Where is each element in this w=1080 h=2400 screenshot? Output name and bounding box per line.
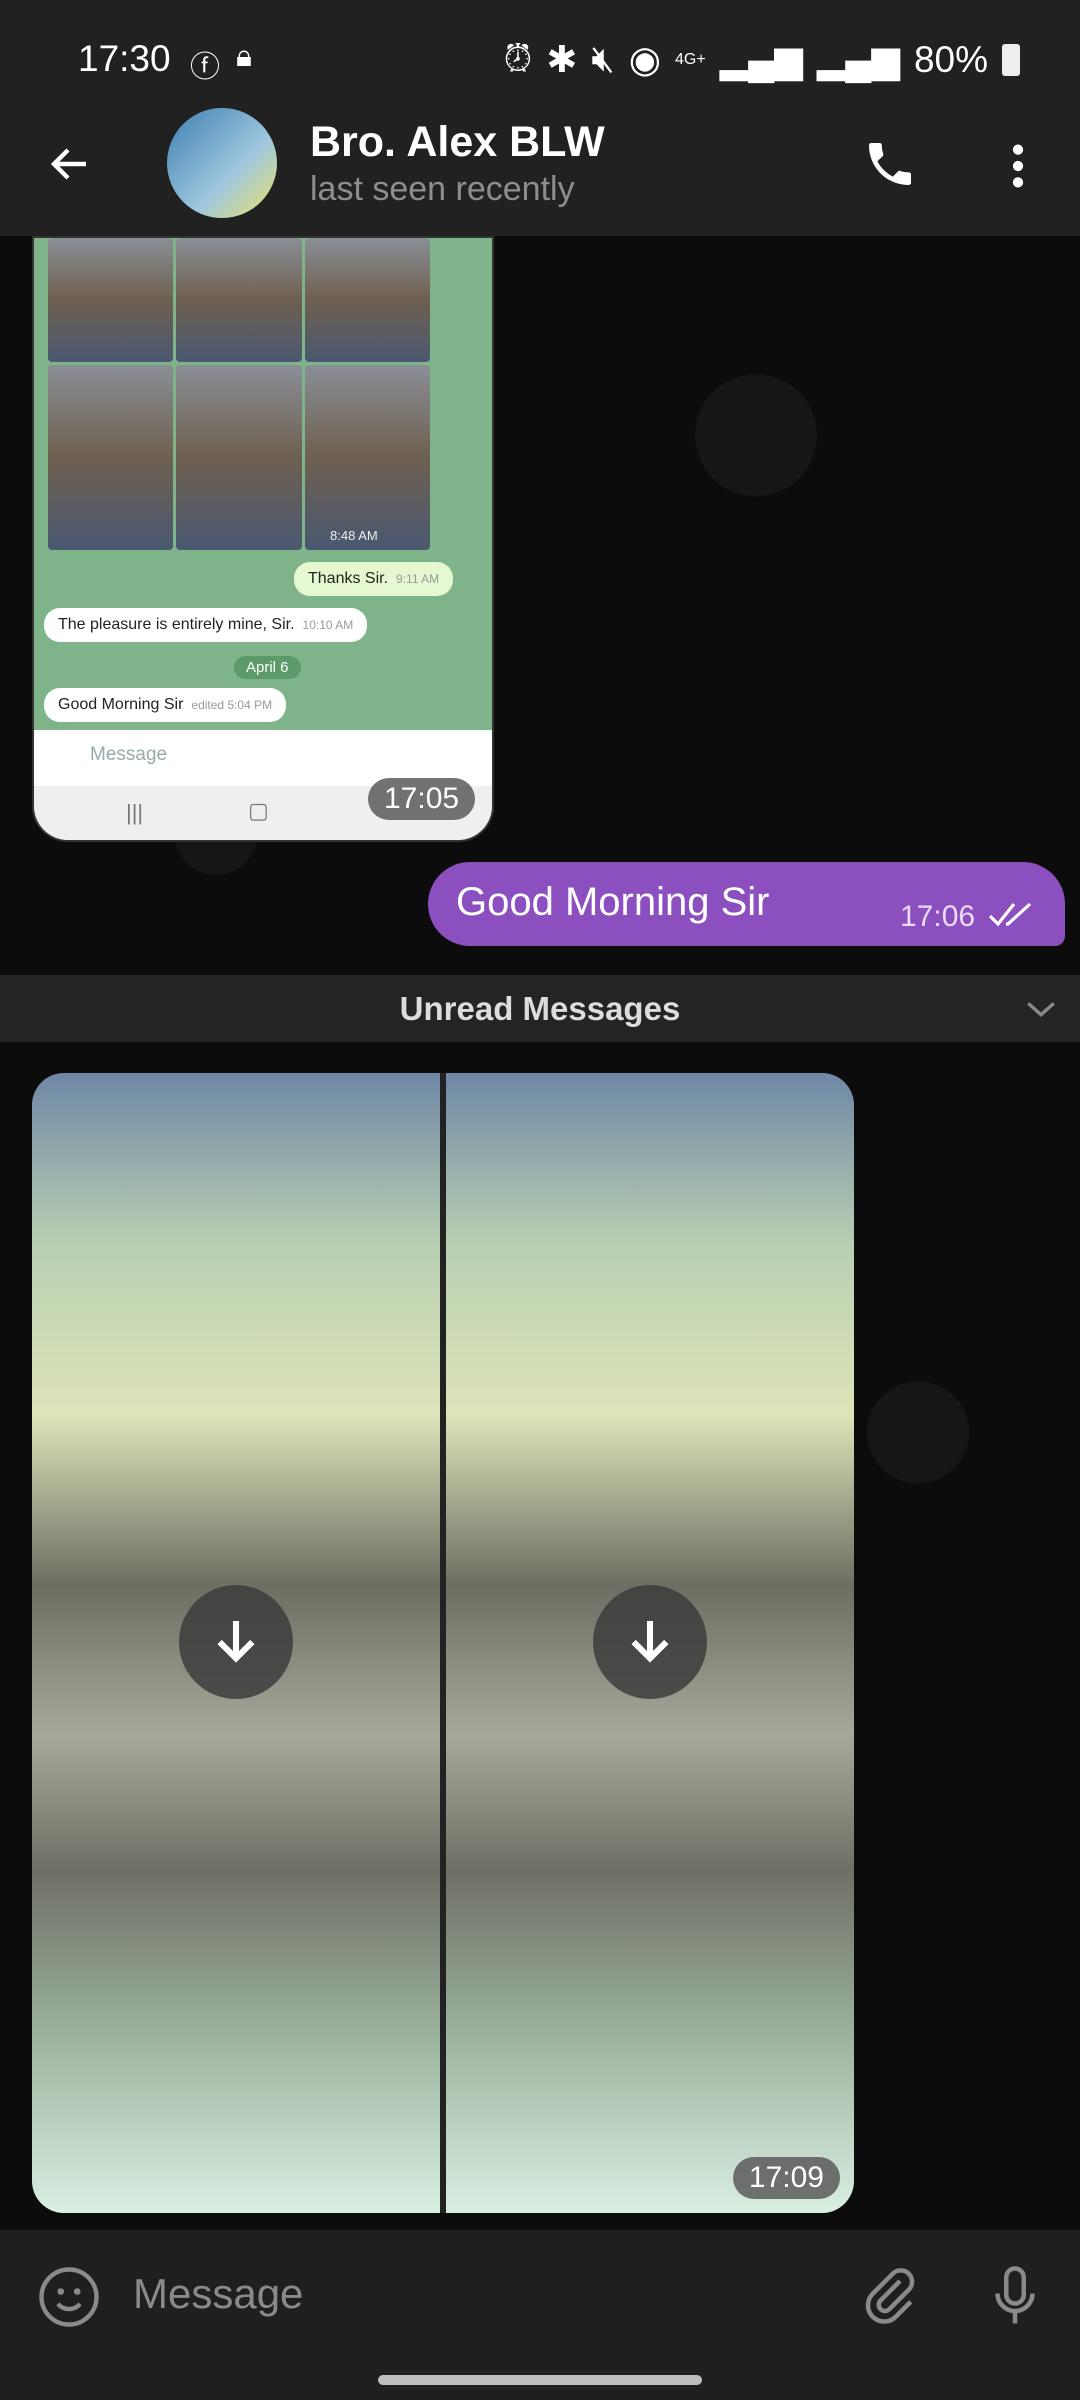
status-time: 17:30: [78, 38, 171, 79]
download-button[interactable]: [179, 1585, 293, 1699]
photo-thumbnail[interactable]: 17:09: [446, 1073, 854, 2213]
photo-grid: [48, 238, 430, 550]
emoji-icon[interactable]: [36, 2264, 102, 2330]
bluetooth-icon: ✱: [546, 39, 578, 80]
photo-album-message[interactable]: 17:09: [32, 1073, 854, 2213]
inner-date: April 6: [234, 656, 301, 679]
contact-name[interactable]: Bro. Alex BLW: [310, 118, 605, 167]
lock-icon: 🔒︎: [236, 40, 252, 73]
signal-icon: ▂▄▆: [719, 39, 803, 80]
chat-header: Bro. Alex BLW last seen recently: [0, 108, 1080, 236]
unread-messages-divider: Unread Messages: [0, 975, 1080, 1042]
screenshot-message[interactable]: 8:48 AM Thanks Sir. 9:11 AM The pleasure …: [32, 236, 494, 842]
hotspot-icon: ◉: [628, 39, 661, 80]
message-input-bar: Message: [0, 2230, 1080, 2360]
photo-time: 8:48 AM: [330, 528, 378, 543]
message-time: 17:09: [732, 2157, 840, 2199]
inner-message: The pleasure is entirely mine, Sir. 10:10…: [44, 608, 368, 642]
battery-percent: 80%: [913, 38, 988, 80]
download-button[interactable]: [593, 1585, 707, 1699]
last-seen-status: last seen recently: [310, 170, 575, 208]
chevron-down-icon[interactable]: [1024, 995, 1058, 1023]
download-arrow-icon: [217, 1621, 255, 1663]
signal-icon: ▂▄▆: [816, 39, 900, 80]
attach-icon[interactable]: [860, 2266, 920, 2326]
inner-message: Thanks Sir. 9:11 AM: [294, 562, 454, 596]
microphone-icon[interactable]: [985, 2262, 1045, 2330]
inner-message: Good Morning Sir edited 5:04 PM: [44, 688, 287, 722]
outgoing-message[interactable]: Good Morning Sir 17:06: [428, 862, 1065, 946]
mute-icon: 🔇︎: [591, 38, 615, 79]
phone-icon[interactable]: [862, 136, 918, 192]
status-bar: 17:30 ⓕ 🔒︎ ⏰︎ ✱ 🔇︎ ◉ 4G+ ▂▄▆ ▂▄▆ 80%: [0, 0, 1080, 118]
avatar[interactable]: [167, 108, 277, 218]
photo-thumbnail[interactable]: [32, 1073, 440, 2213]
alarm-icon: ⏰︎: [503, 38, 533, 79]
message-time: 17:06: [900, 900, 976, 933]
system-nav-bar: [0, 2360, 1080, 2400]
facebook-icon: ⓕ: [190, 51, 220, 84]
battery-icon: [1002, 43, 1020, 76]
double-check-icon: [988, 902, 1032, 927]
message-text: Good Morning Sir: [456, 880, 770, 924]
download-arrow-icon: [631, 1621, 669, 1663]
message-input[interactable]: Message: [133, 2270, 303, 2318]
more-options-icon[interactable]: [1000, 138, 1036, 194]
home-handle[interactable]: [378, 2375, 702, 2385]
back-arrow-icon[interactable]: [46, 140, 94, 188]
network-type: 4G+: [675, 50, 706, 68]
unread-label: Unread Messages: [399, 990, 681, 1027]
message-time: 17:05: [368, 778, 476, 820]
